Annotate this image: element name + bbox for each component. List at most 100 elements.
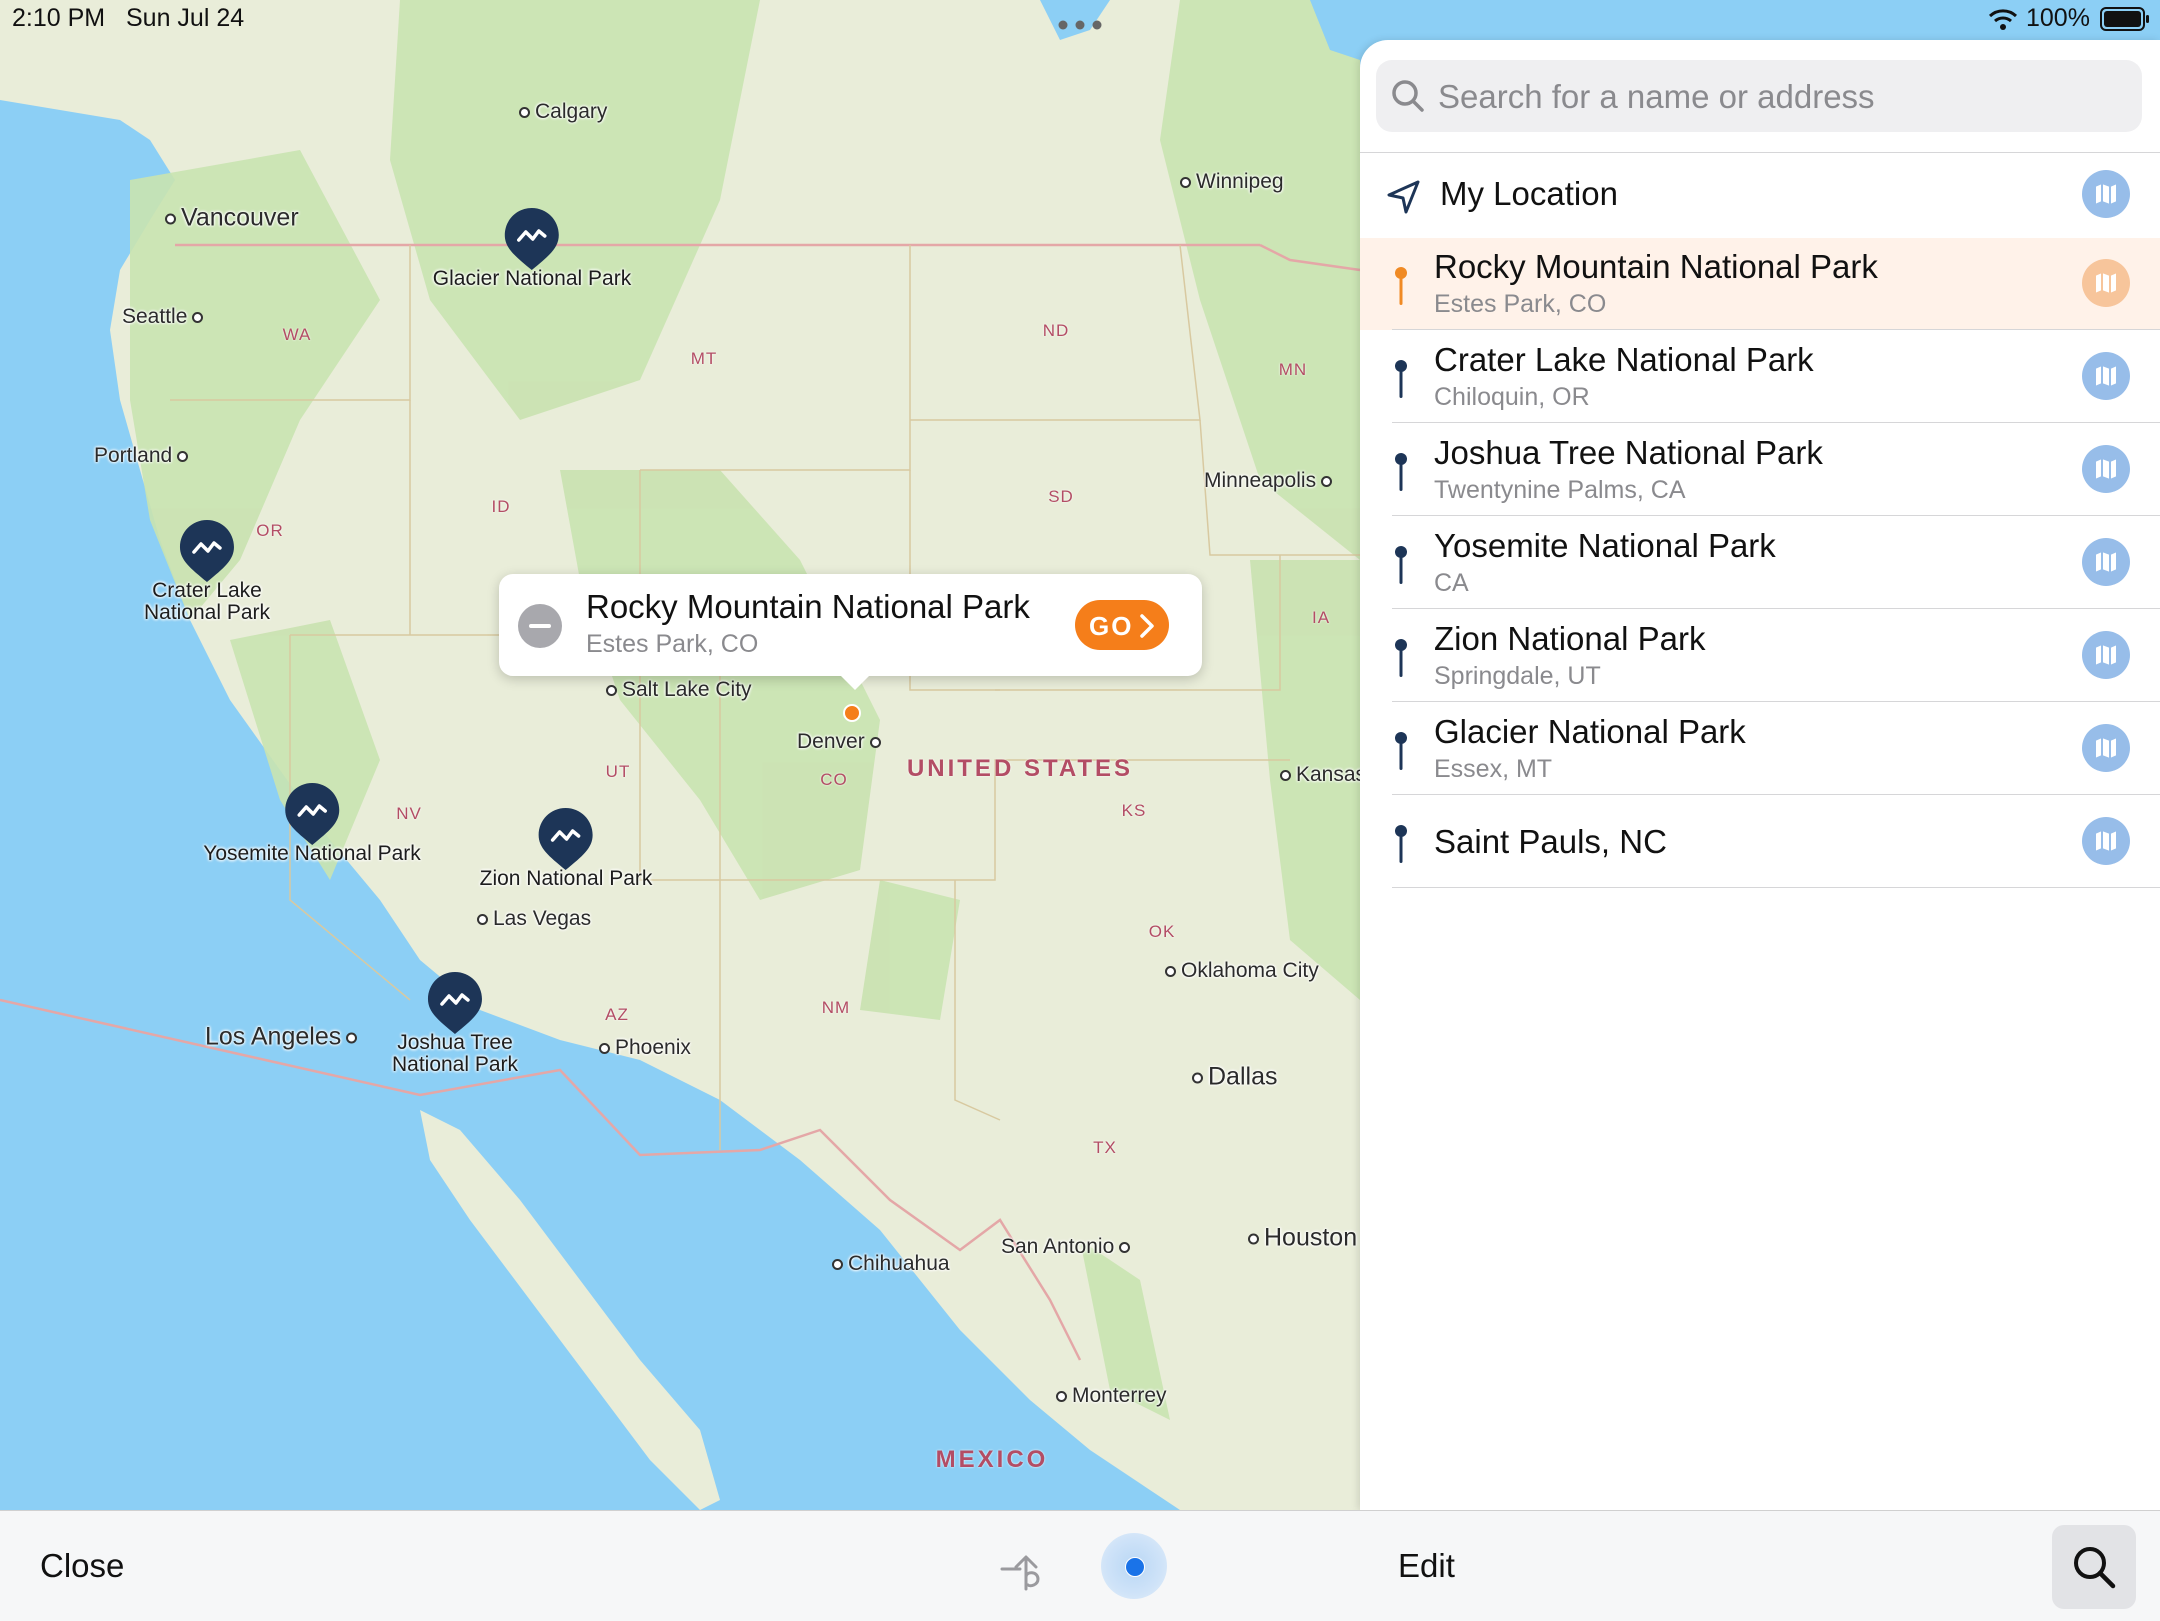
place-name: Yosemite National Park [1434,527,1776,564]
pin-icon [1395,267,1407,305]
search-button[interactable] [2052,1525,2136,1609]
go-button-label: GO [1089,611,1134,641]
map-button[interactable] [2082,724,2130,772]
trail-pin-icon [426,970,484,1036]
list-item-place[interactable]: Zion National Park Springdale, UT [1360,610,2160,702]
map-button[interactable] [2082,445,2130,493]
go-button[interactable]: GO [1075,600,1169,650]
city-label-kansas: Kansas [1275,763,1366,787]
state-label-id: ID [491,497,511,516]
city-label-vancouver: Vancouver [160,204,299,233]
city-label-oklahoma-city: Oklahoma City [1160,959,1319,983]
state-label-ia: IA [1311,608,1331,627]
map-button[interactable] [2082,259,2130,307]
city-label-los-angeles: Los Angeles [205,1023,362,1052]
place-address: Chiloquin, OR [1434,383,1590,411]
selected-location-dot[interactable] [843,704,861,722]
place-callout[interactable]: Rocky Mountain National Park Estes Park,… [499,574,1202,690]
remove-minus-button[interactable] [518,604,562,648]
park-marker-glacier[interactable]: Glacier National Park [433,206,631,290]
search-icon [1392,80,1424,112]
map-button[interactable] [2082,352,2130,400]
state-label-sd: SD [1048,487,1074,506]
location-arrow-icon [1387,180,1420,214]
status-date: Sun Jul 24 [126,4,245,32]
list-item-place[interactable]: Glacier National Park Essex, MT [1360,703,2160,795]
state-label-mt: MT [690,349,718,368]
close-button[interactable]: Close [40,1547,124,1585]
place-address: Essex, MT [1434,755,1553,783]
city-label-salt-lake-city: Salt Lake City [601,678,752,702]
pin-icon [1395,453,1407,491]
search-bar[interactable] [1376,60,2142,134]
city-label-las-vegas: Las Vegas [472,907,591,931]
city-label-san-antonio: San Antonio [1001,1235,1135,1259]
place-address: CA [1434,569,1469,597]
park-marker-yosemite[interactable]: Yosemite National Park [203,781,421,865]
state-label-mn: MN [1278,360,1308,379]
state-label-ut: UT [605,762,631,781]
state-label-ok: OK [1148,922,1176,941]
state-label-co: CO [820,770,848,789]
current-location-button[interactable] [1101,1533,1167,1599]
city-label-minneapolis: Minneapolis [1204,469,1337,493]
list-item-place[interactable]: Crater Lake National Park Chiloquin, OR [1360,331,2160,423]
map-button[interactable] [2082,538,2130,586]
place-address: Twentynine Palms, CA [1434,476,1686,504]
park-marker-label: Crater Lake National Park [143,579,271,624]
list-item-place[interactable]: Joshua Tree National Park Twentynine Pal… [1360,424,2160,516]
trail-pin-icon [178,518,236,584]
search-icon [2074,1547,2116,1589]
city-label-seattle: Seattle [122,305,208,329]
map-button[interactable] [2082,631,2130,679]
route-turn-icon[interactable] [998,1541,1052,1591]
map-icon [2094,736,2118,760]
place-name: Joshua Tree National Park [1434,434,1823,471]
edit-button[interactable]: Edit [1398,1547,1455,1585]
list-item-place[interactable]: Saint Pauls, NC [1360,796,2160,888]
country-label-mexico: MEXICO [935,1446,1049,1473]
battery-percent: 100% [2026,4,2090,32]
search-input[interactable] [1436,60,2130,134]
state-label-nd: ND [1042,321,1070,340]
map-button[interactable] [2082,817,2130,865]
city-label-monterrey: Monterrey [1051,1384,1167,1408]
list-item-place[interactable]: Yosemite National Park CA [1360,517,2160,609]
wifi-icon [1988,9,2018,30]
state-label-tx: TX [1093,1138,1117,1157]
map-icon [2094,364,2118,388]
pin-icon [1395,732,1407,770]
trail-pin-icon [283,781,341,847]
pin-icon [1395,825,1407,863]
park-marker-joshua-tree[interactable]: Joshua Tree National Park [392,970,518,1076]
map-icon [2094,829,2118,853]
chevron-right-icon [1140,614,1154,638]
map-icon [2094,643,2118,667]
my-location-label: My Location [1440,175,1618,212]
park-marker-crater-lake[interactable]: Crater Lake National Park [144,518,270,624]
status-time: 2:10 PM [12,4,106,32]
city-label-phoenix: Phoenix [594,1036,691,1060]
city-label-winnipeg: Winnipeg [1175,170,1284,194]
list-item-my-location[interactable]: My Location [1360,152,2160,239]
state-label-nm: NM [821,998,851,1017]
pin-icon [1395,360,1407,398]
map-icon [2094,457,2118,481]
city-label-houston: Houston [1243,1224,1357,1253]
multitasking-dots-icon[interactable] [1058,20,1102,30]
trail-pin-icon [503,206,561,272]
callout-subtitle: Estes Park, CO [586,630,759,658]
places-panel: My Location Rocky Mountain National Park… [1360,40,2160,1510]
place-address: Estes Park, CO [1434,290,1607,318]
city-label-chihuahua: Chihuahua [827,1252,950,1276]
state-label-az: AZ [605,1005,629,1024]
map-button[interactable] [2082,170,2130,218]
place-name: Zion National Park [1434,620,1706,657]
place-name: Crater Lake National Park [1434,341,1814,378]
place-name: Saint Pauls, NC [1434,823,1667,860]
callout-title: Rocky Mountain National Park [586,588,1030,625]
park-marker-zion[interactable]: Zion National Park [480,806,652,890]
battery-icon [2100,7,2149,31]
list-item-place[interactable]: Rocky Mountain National Park Estes Park,… [1360,238,2160,330]
place-name: Glacier National Park [1434,713,1746,750]
